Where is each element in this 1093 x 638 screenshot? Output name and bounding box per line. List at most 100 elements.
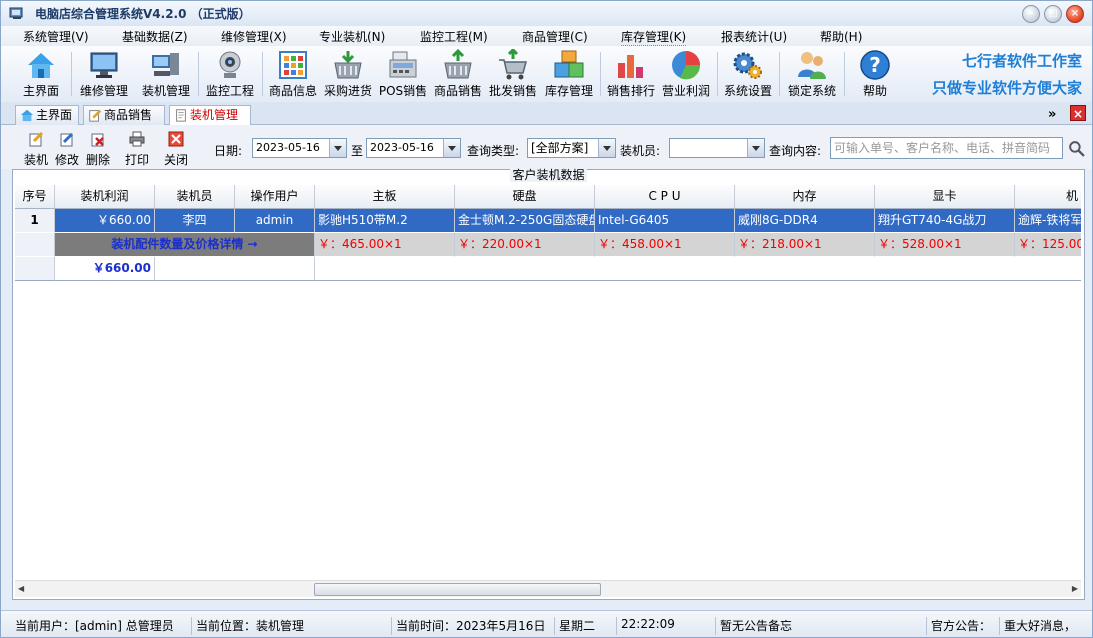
status-notice[interactable]: 重大好消息， (999, 617, 1087, 635)
tab-tools: » × (1044, 105, 1086, 123)
cell-case-price[interactable]: ￥：125.00×1 (1015, 233, 1081, 257)
col-header-motherboard[interactable]: 主板 (315, 185, 455, 209)
menu-repair[interactable]: 维修管理(X) (221, 28, 287, 45)
col-header-installer[interactable]: 装机员 (155, 185, 235, 209)
col-header-disk[interactable]: 硬盘 (455, 185, 595, 209)
toolbar-label: 营业利润 (661, 84, 710, 98)
svg-text:?: ? (869, 53, 881, 77)
col-header-cpu[interactable]: C P U (595, 185, 735, 209)
toolbar-sales-button[interactable]: 商品销售 (431, 46, 485, 100)
menu-reports[interactable]: 报表统计(U) (721, 28, 787, 45)
toolbar-settings-button[interactable]: 系统设置 (721, 46, 775, 100)
assembly-grid[interactable]: 序号 装机利润 装机员 操作用户 主板 硬盘 C P U 内存 显卡 机 1 ￥… (15, 185, 1081, 580)
toolbar-lock-button[interactable]: 锁定系统 (783, 46, 841, 100)
delete-button[interactable]: 删除 (83, 129, 113, 169)
cell-disk-price[interactable]: ￥：220.00×1 (455, 233, 595, 257)
cell-motherboard[interactable]: 影驰H510带M.2 (315, 209, 455, 233)
chevron-down-icon[interactable] (443, 139, 460, 157)
date-from-picker[interactable]: 2023-05-16 (252, 138, 347, 158)
cell-case[interactable]: 逾辉-铁将军 (1015, 209, 1081, 233)
cell-motherboard-price[interactable]: ￥：465.00×1 (315, 233, 455, 257)
toolbar-ranking-button[interactable]: 销售排行 (604, 46, 658, 100)
scroll-thumb[interactable] (314, 583, 601, 596)
maximize-button[interactable]: □ (1044, 5, 1062, 23)
col-header-index[interactable]: 序号 (15, 185, 55, 209)
toolbar-label: 锁定系统 (787, 84, 836, 98)
menu-assembly[interactable]: 专业装机(N) (319, 28, 385, 45)
chevron-down-icon[interactable] (598, 139, 615, 157)
search-icon[interactable] (1068, 140, 1085, 157)
minimize-button[interactable]: – (1022, 5, 1040, 23)
print-button[interactable]: 打印 (122, 129, 152, 169)
toolbar-repair-button[interactable]: 维修管理 (76, 46, 132, 100)
total-row-index (15, 257, 55, 281)
cell-gpu-price[interactable]: ￥：528.00×1 (875, 233, 1015, 257)
edit-button[interactable]: 修改 (52, 129, 82, 169)
toolbar-separator (600, 52, 601, 96)
toolbar-assembly-button[interactable]: 装机管理 (138, 46, 194, 100)
toolbar-label: 销售排行 (606, 84, 655, 98)
installer-select[interactable] (669, 138, 765, 158)
cell-memory[interactable]: 威刚8G-DDR4 (735, 209, 875, 233)
toolbar-wholesale-button[interactable]: 批发销售 (486, 46, 540, 100)
toolbar-separator (262, 52, 263, 96)
toolbar-help-button[interactable]: ? 帮助 (848, 46, 902, 100)
close-tab-button[interactable]: × (1070, 105, 1086, 121)
toolbar-profit-button[interactable]: 营业利润 (659, 46, 713, 100)
tab-home[interactable]: 主界面 (15, 105, 79, 125)
scroll-left-icon[interactable]: ◀ (18, 584, 24, 593)
parts-detail-link[interactable]: 装机配件数量及价格详情 → (55, 233, 315, 257)
edit-icon (60, 132, 74, 147)
cell-disk[interactable]: 金士顿M.2-250G固态硬盘 (455, 209, 595, 233)
toolbar-label: 帮助 (862, 84, 887, 98)
toolbar-monitoring-button[interactable]: 监控工程 (202, 46, 258, 100)
col-header-profit[interactable]: 装机利润 (55, 185, 155, 209)
date-to-picker[interactable]: 2023-05-16 (366, 138, 461, 158)
toolbar-purchase-button[interactable]: 采购进货 (321, 46, 375, 100)
scroll-right-icon[interactable]: ▶ (1072, 584, 1078, 593)
toolbar-inventory-button[interactable]: 库存管理 (542, 46, 596, 100)
tab-label: 商品销售 (104, 108, 153, 122)
menu-system[interactable]: 系统管理(V) (23, 28, 89, 45)
horizontal-scrollbar[interactable]: ◀ ▶ (15, 580, 1081, 597)
close-window-button[interactable]: × (1066, 5, 1084, 23)
col-header-case[interactable]: 机 (1015, 185, 1081, 209)
grid-icon (279, 51, 307, 79)
menu-basic-data[interactable]: 基础数据(Z) (122, 28, 188, 45)
cell-profit[interactable]: ￥660.00 (55, 209, 155, 233)
status-notice-label: 官方公告： (926, 617, 999, 635)
date-label: 日期: (214, 144, 243, 158)
col-header-operator[interactable]: 操作用户 (235, 185, 315, 209)
query-type-select[interactable]: [全部方案] (527, 138, 616, 158)
cell-cpu[interactable]: Intel-G6405 (595, 209, 735, 233)
tab-assembly[interactable]: 装机管理 (169, 105, 251, 126)
query-type-value: [全部方案] (531, 141, 589, 155)
tab-goods-sales[interactable]: 商品销售 (83, 105, 165, 125)
date-from-value: 2023-05-16 (256, 141, 320, 154)
tab-list-icon[interactable]: » (1044, 107, 1060, 123)
close-button[interactable]: 关闭 (161, 129, 191, 169)
toolbar-goods-info-button[interactable]: 商品信息 (266, 46, 320, 100)
toolbar-pos-button[interactable]: POS销售 (377, 46, 429, 100)
menu-help[interactable]: 帮助(H) (820, 28, 862, 45)
group-caption-text: 客户装机数据 (510, 168, 587, 182)
col-header-gpu[interactable]: 显卡 (875, 185, 1015, 209)
cell-memory-price[interactable]: ￥：218.00×1 (735, 233, 875, 257)
group-caption: 客户装机数据 (13, 166, 1084, 183)
chevron-down-icon[interactable] (329, 139, 346, 157)
help-icon: ? (860, 50, 890, 80)
cell-operator[interactable]: admin (235, 209, 315, 233)
cell-gpu[interactable]: 翔升GT740-4G战刀 (875, 209, 1015, 233)
row-index[interactable]: 1 (15, 209, 55, 233)
toolbar-home-button[interactable]: 主界面 (16, 46, 66, 100)
menu-monitoring[interactable]: 监控工程(M) (420, 28, 488, 45)
cell-installer[interactable]: 李四 (155, 209, 235, 233)
menu-goods[interactable]: 商品管理(C) (522, 28, 588, 45)
add-assembly-button[interactable]: 装机 (21, 129, 51, 169)
cell-cpu-price[interactable]: ￥：458.00×1 (595, 233, 735, 257)
chevron-down-icon[interactable] (747, 139, 764, 157)
filter-bar: 装机 修改 删除 打印 关闭 日期: 2023-05-16 至 2023-05-… (1, 125, 1092, 169)
menu-inventory[interactable]: 库存管理(K) (621, 28, 687, 46)
col-header-memory[interactable]: 内存 (735, 185, 875, 209)
search-input[interactable]: 可输入单号、客户名称、电话、拼音简码 (830, 137, 1063, 159)
